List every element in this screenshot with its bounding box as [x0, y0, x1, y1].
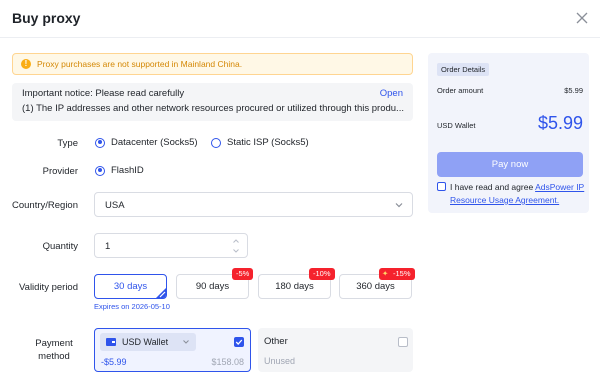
wallet-label: USD Wallet [122, 337, 169, 347]
sparkle-icon: ✦ [382, 269, 389, 278]
discount-badge: ✦ -15% [379, 268, 415, 280]
notice-open-link[interactable]: Open [380, 88, 403, 99]
dialog-title: Buy proxy [12, 10, 81, 26]
chevron-down-icon[interactable] [232, 247, 240, 255]
validity-30-days[interactable]: 30 days [94, 274, 167, 299]
checkbox-unchecked-icon[interactable] [398, 337, 408, 347]
radio-selected-icon [95, 137, 105, 148]
pay-now-button[interactable]: Pay now [437, 152, 583, 177]
close-icon[interactable] [574, 10, 590, 26]
wallet-icon [106, 338, 116, 346]
region-label: Country/Region [11, 200, 78, 211]
discount-badge: -5% [232, 268, 254, 280]
chevron-down-icon [394, 200, 404, 210]
order-details-tag: Order Details [437, 63, 490, 76]
important-notice: Important notice: Please read carefully … [12, 83, 413, 121]
dialog-header: Buy proxy [0, 0, 600, 38]
order-details-panel: Order Details Order amount $5.99 USD Wal… [428, 53, 589, 213]
order-amount-value: $5.99 [564, 86, 583, 95]
payment-label: Payment method [30, 337, 78, 363]
region-select[interactable]: USA [94, 192, 413, 217]
notice-body: (1) The IP addresses and other network r… [22, 103, 404, 114]
discount-badge: -10% [309, 268, 335, 280]
quantity-value: 1 [105, 241, 111, 252]
quantity-stepper[interactable]: 1 [94, 233, 248, 258]
order-amount-label: Order amount [437, 86, 484, 95]
validity-option-label: 30 days [113, 281, 148, 292]
radio-selected-icon [95, 165, 105, 176]
provider-label: Provider [42, 166, 78, 177]
order-wallet-label: USD Wallet [437, 121, 476, 130]
validity-option-label: 90 days [195, 281, 230, 292]
expires-text: Expires on 2026-05-10 [94, 302, 170, 311]
payment-other[interactable]: Other Unused [258, 328, 413, 372]
payment-usd-wallet[interactable]: USD Wallet -$5.99 $158.08 [94, 328, 251, 372]
notice-title: Important notice: Please read carefully [22, 88, 185, 99]
radio-flashid[interactable]: FlashID [95, 165, 144, 176]
validity-option-label: 360 days [356, 281, 395, 292]
agree-prefix: I have read and agree [450, 182, 534, 192]
checkbox-checked-icon[interactable] [234, 337, 244, 347]
type-label: Type [57, 138, 78, 149]
radio-static-isp[interactable]: Static ISP (Socks5) [211, 137, 309, 148]
agree-checkbox[interactable] [437, 182, 446, 191]
order-total: $5.99 [537, 113, 583, 133]
warning-text: Proxy purchases are not supported in Mai… [37, 59, 243, 69]
agreement-text: I have read and agree AdsPower IP Resour… [450, 181, 585, 207]
radio-label: FlashID [111, 165, 144, 176]
radio-unselected-icon [211, 137, 221, 148]
region-value: USA [105, 200, 125, 211]
wallet-select[interactable]: USD Wallet [100, 333, 196, 351]
validity-label: Validity period [19, 282, 78, 293]
wallet-charge: -$5.99 [101, 357, 127, 367]
discount-badge-text: -15% [393, 269, 411, 278]
selected-corner-icon [154, 286, 166, 298]
region-warning: ! Proxy purchases are not supported in M… [12, 53, 413, 75]
radio-label: Datacenter (Socks5) [111, 137, 198, 148]
chevron-down-icon [182, 338, 190, 346]
warning-icon: ! [21, 59, 31, 69]
other-label: Other [264, 336, 288, 347]
chevron-up-icon[interactable] [232, 237, 240, 245]
radio-label: Static ISP (Socks5) [227, 137, 309, 148]
radio-datacenter[interactable]: Datacenter (Socks5) [95, 137, 198, 148]
payment-label-line: Payment [35, 338, 73, 349]
quantity-label: Quantity [42, 241, 78, 252]
other-status: Unused [264, 356, 296, 366]
payment-label-line: method [38, 351, 70, 362]
wallet-balance: $158.08 [211, 357, 244, 367]
validity-option-label: 180 days [275, 281, 314, 292]
